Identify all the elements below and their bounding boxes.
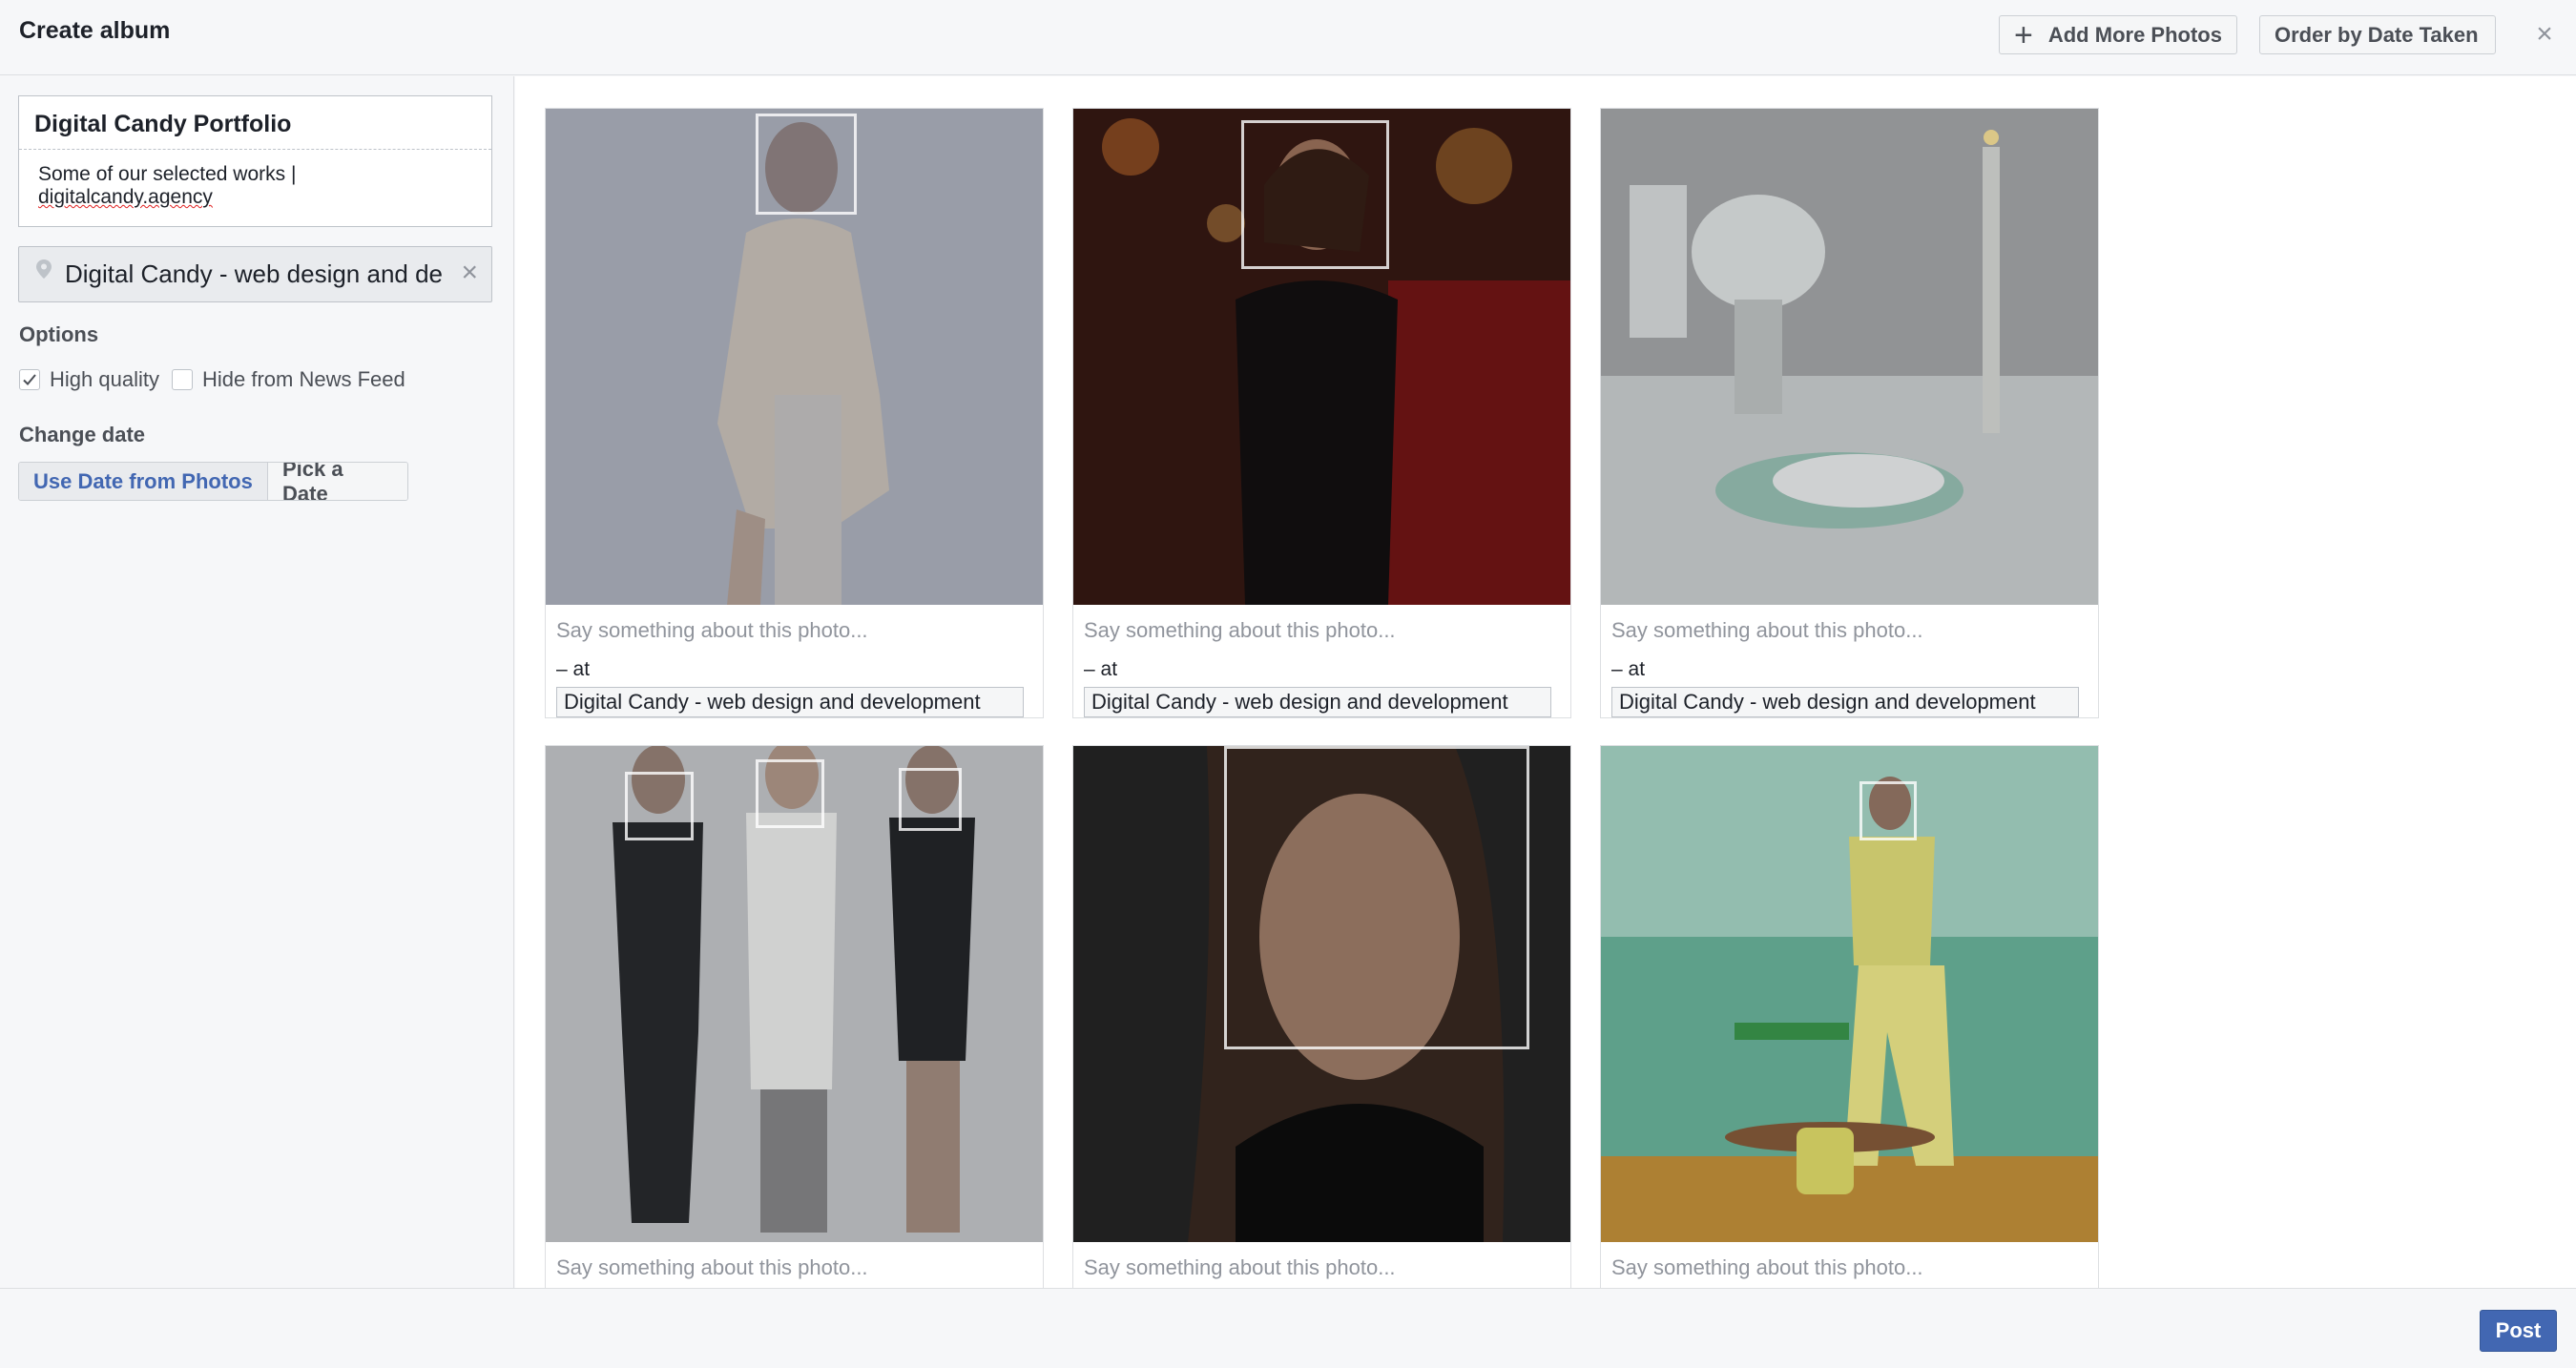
- order-by-date-button[interactable]: Order by Date Taken: [2259, 15, 2496, 54]
- photo-caption-input[interactable]: Say something about this photo...: [1601, 605, 2098, 658]
- add-more-photos-button[interactable]: + Add More Photos: [1999, 15, 2237, 54]
- face-tag-box[interactable]: [756, 759, 824, 828]
- plus-icon: +: [2014, 16, 2033, 53]
- face-tag-box[interactable]: [1241, 120, 1389, 269]
- post-button[interactable]: Post: [2480, 1310, 2557, 1352]
- photo-location-input[interactable]: Digital Candy - web design and developme…: [556, 687, 1024, 717]
- photo-thumbnail[interactable]: [546, 109, 1043, 605]
- face-tag-box[interactable]: [899, 768, 962, 831]
- photo-caption-input[interactable]: Say something about this photo...: [1601, 1242, 2098, 1288]
- change-date-heading: Change date: [19, 423, 146, 446]
- face-tag-box[interactable]: [1224, 746, 1529, 1049]
- clear-location-icon[interactable]: ×: [461, 257, 478, 289]
- face-tag-box[interactable]: [1859, 781, 1917, 840]
- photo-grid: Say something about this photo... – at D…: [515, 76, 2576, 1288]
- album-description-line1: Some of our selected works |: [38, 163, 297, 185]
- photo-caption-input[interactable]: Say something about this photo...: [546, 605, 1043, 658]
- photo-thumbnail[interactable]: [1601, 746, 2098, 1242]
- album-description-line2: digitalcandy.agency: [38, 186, 213, 208]
- location-at-label: – at: [1611, 658, 1646, 680]
- location-at-label: – at: [1084, 658, 1118, 680]
- high-quality-label: High quality: [50, 367, 159, 391]
- photo-image: [1601, 109, 2098, 605]
- album-settings-sidebar: Digital Candy Portfolio Some of our sele…: [0, 76, 514, 1288]
- hide-from-news-feed-label: Hide from News Feed: [202, 367, 405, 391]
- location-field[interactable]: Digital Candy - web design and de ×: [18, 246, 492, 302]
- date-source-toggle: Use Date from Photos Pick a Date: [18, 462, 408, 501]
- photo-location-input[interactable]: Digital Candy - web design and developme…: [1084, 687, 1551, 717]
- photo-thumbnail[interactable]: [1073, 109, 1570, 605]
- photo-card: Say something about this photo...: [545, 745, 1044, 1288]
- face-tag-box[interactable]: [625, 772, 694, 840]
- use-date-from-photos-button[interactable]: Use Date from Photos: [19, 463, 268, 500]
- photo-card: Say something about this photo... – at D…: [545, 108, 1044, 718]
- photo-thumbnail[interactable]: [546, 746, 1043, 1242]
- add-more-photos-label: Add More Photos: [2047, 22, 2222, 47]
- photo-card: Say something about this photo... – at D…: [1072, 108, 1571, 718]
- album-name-input[interactable]: Digital Candy Portfolio: [19, 96, 491, 150]
- album-description-input[interactable]: Some of our selected works | digitalcand…: [19, 150, 491, 222]
- hide-from-news-feed-checkbox[interactable]: Hide from News Feed: [172, 367, 405, 392]
- checkbox-unchecked-icon: [172, 369, 193, 390]
- map-pin-icon: [36, 259, 52, 279]
- photo-caption-input[interactable]: Say something about this photo...: [1073, 605, 1570, 658]
- high-quality-checkbox[interactable]: High quality: [19, 367, 159, 392]
- photo-thumbnail[interactable]: [1073, 746, 1570, 1242]
- dialog-title: Create album: [19, 17, 171, 44]
- location-text: Digital Candy - web design and de: [65, 259, 444, 288]
- dialog-header: Create album + Add More Photos Order by …: [0, 0, 2576, 75]
- photo-card: Say something about this photo... – at D…: [1600, 108, 2099, 718]
- checkbox-checked-icon: [19, 369, 40, 390]
- face-tag-box[interactable]: [756, 114, 857, 215]
- album-details-box: Digital Candy Portfolio Some of our sele…: [18, 95, 492, 227]
- photo-image: [1601, 746, 2098, 1242]
- close-icon[interactable]: ×: [2530, 17, 2559, 52]
- photo-caption-input[interactable]: Say something about this photo...: [1073, 1242, 1570, 1288]
- photo-caption-input[interactable]: Say something about this photo...: [546, 1242, 1043, 1288]
- photo-card: Say something about this photo...: [1072, 745, 1571, 1288]
- photo-location-input[interactable]: Digital Candy - web design and developme…: [1611, 687, 2079, 717]
- options-heading: Options: [19, 322, 99, 346]
- pick-a-date-button[interactable]: Pick a Date: [268, 463, 407, 500]
- dialog-footer: Post: [0, 1288, 2576, 1368]
- location-at-label: – at: [556, 658, 591, 680]
- photo-thumbnail[interactable]: [1601, 109, 2098, 605]
- photo-card: Say something about this photo...: [1600, 745, 2099, 1288]
